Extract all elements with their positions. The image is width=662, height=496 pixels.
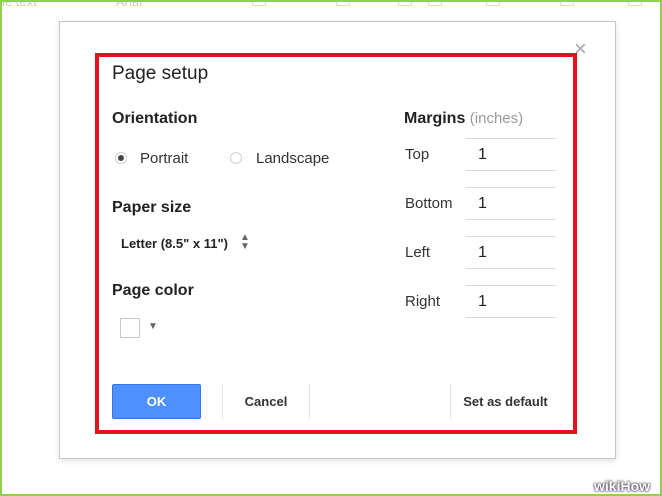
toolbar-text: ie text xyxy=(2,0,37,9)
toolbar-icon xyxy=(486,0,500,6)
toolbar-icon xyxy=(252,0,266,6)
margin-bottom-input[interactable]: 1 xyxy=(466,187,556,220)
margin-top-label: Top xyxy=(405,146,430,163)
margin-left-input[interactable]: 1 xyxy=(466,236,556,269)
toolbar-icon xyxy=(628,0,642,6)
watermark-logo: wikiHow xyxy=(594,478,651,494)
toolbar-font: Arial xyxy=(116,0,143,9)
cancel-button[interactable]: Cancel xyxy=(222,384,310,419)
landscape-label[interactable]: Landscape xyxy=(256,150,329,167)
updown-arrows-icon[interactable]: ▲ ▼ xyxy=(240,233,250,252)
margins-heading: Margins (inches) xyxy=(404,110,524,127)
page-color-heading: Page color xyxy=(112,282,194,299)
chevron-down-icon[interactable]: ▼ xyxy=(148,321,158,332)
margins-unit: (inches) xyxy=(469,110,524,127)
margin-top-input[interactable]: 1 xyxy=(466,138,556,171)
orientation-heading: Orientation xyxy=(112,110,198,127)
toolbar-icon xyxy=(398,0,412,6)
toolbar-icon xyxy=(336,0,350,6)
background-toolbar: ie text Arial xyxy=(0,0,662,18)
set-as-default-button[interactable]: Set as default xyxy=(450,384,560,419)
margin-right-input[interactable]: 1 xyxy=(466,285,556,318)
paper-size-select[interactable]: Letter (8.5" x 11") xyxy=(121,236,228,251)
toolbar-icon xyxy=(560,0,574,6)
landscape-radio[interactable] xyxy=(230,152,242,164)
margin-left-label: Left xyxy=(405,244,431,261)
paper-size-heading: Paper size xyxy=(112,199,192,216)
ok-button[interactable]: OK xyxy=(112,384,201,419)
page-color-swatch[interactable] xyxy=(120,318,140,338)
close-icon[interactable]: × xyxy=(574,38,587,60)
portrait-radio[interactable] xyxy=(115,152,127,164)
portrait-label[interactable]: Portrait xyxy=(140,150,188,167)
margin-bottom-label: Bottom xyxy=(405,195,453,212)
toolbar-icon xyxy=(428,0,442,6)
margin-right-label: Right xyxy=(405,293,441,310)
dialog-title: Page setup xyxy=(112,63,209,84)
